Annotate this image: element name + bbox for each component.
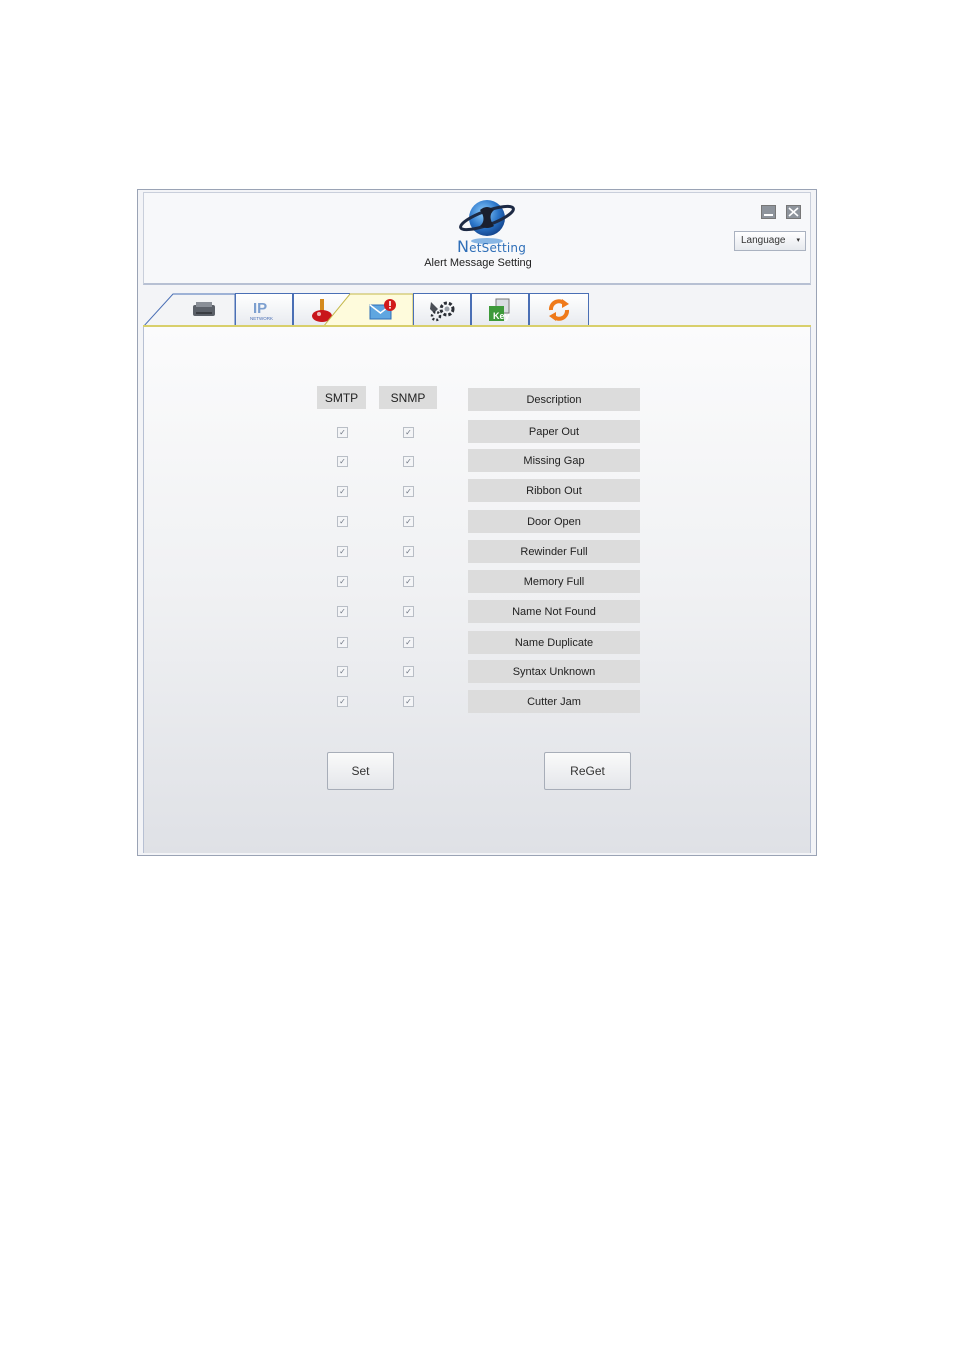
description-memory-full: Memory Full <box>468 570 640 593</box>
description-rewinder-full: Rewinder Full <box>468 540 640 563</box>
logo-text: NetSetting <box>457 237 527 256</box>
tab-printer[interactable] <box>173 293 235 325</box>
tab-settings[interactable] <box>413 293 471 325</box>
snmp-checkbox-memory-full[interactable]: ✓ <box>403 576 414 587</box>
smtp-checkbox-missing-gap[interactable]: ✓ <box>337 456 348 467</box>
snmp-checkbox-door-open[interactable]: ✓ <box>403 516 414 527</box>
alert-settings-panel: SMTP SNMP Description ✓ ✓ Paper Out ✓ ✓ … <box>143 327 811 853</box>
description-name-not-found: Name Not Found <box>468 600 640 623</box>
description-syntax-unknown: Syntax Unknown <box>468 660 640 683</box>
close-button[interactable] <box>786 205 801 219</box>
tab-key[interactable]: Key <box>471 293 529 325</box>
ip-network-icon: IP NETWORK <box>250 300 273 321</box>
smtp-header: SMTP <box>317 386 366 409</box>
svg-text:NETWORK: NETWORK <box>250 316 273 321</box>
alert-mail-icon <box>369 299 396 320</box>
smtp-checkbox-memory-full[interactable]: ✓ <box>337 576 348 587</box>
tab-refresh[interactable] <box>529 293 589 325</box>
reget-button[interactable]: ReGet <box>544 752 631 790</box>
refresh-icon <box>549 298 569 321</box>
tab-bar: IP NETWORK Key <box>143 291 811 327</box>
snmp-checkbox-cutter-jam[interactable]: ✓ <box>403 696 414 707</box>
smtp-checkbox-syntax-unknown[interactable]: ✓ <box>337 666 348 677</box>
snmp-checkbox-missing-gap[interactable]: ✓ <box>403 456 414 467</box>
snmp-checkbox-paper-out[interactable]: ✓ <box>403 427 414 438</box>
svg-text:IP: IP <box>253 300 267 317</box>
smtp-checkbox-door-open[interactable]: ✓ <box>337 516 348 527</box>
description-ribbon-out: Ribbon Out <box>468 479 640 502</box>
gears-icon <box>430 301 455 321</box>
snmp-checkbox-syntax-unknown[interactable]: ✓ <box>403 666 414 677</box>
printer-icon <box>193 302 215 316</box>
description-paper-out: Paper Out <box>468 420 640 443</box>
minimize-icon <box>764 214 773 216</box>
smtp-checkbox-name-not-found[interactable]: ✓ <box>337 606 348 617</box>
smtp-checkbox-name-duplicate[interactable]: ✓ <box>337 637 348 648</box>
snmp-checkbox-name-not-found[interactable]: ✓ <box>403 606 414 617</box>
key-icon-label: Key <box>493 311 510 321</box>
close-icon <box>788 207 799 217</box>
chevron-down-icon: ▾ <box>796 237 800 244</box>
set-button[interactable]: Set <box>327 752 394 790</box>
snmp-checkbox-name-duplicate[interactable]: ✓ <box>403 637 414 648</box>
key-icon: Key <box>489 298 510 321</box>
minimize-button[interactable] <box>761 205 776 219</box>
description-header: Description <box>468 388 640 411</box>
smtp-checkbox-cutter-jam[interactable]: ✓ <box>337 696 348 707</box>
snmp-header: SNMP <box>379 386 437 409</box>
snmp-checkbox-rewinder-full[interactable]: ✓ <box>403 546 414 557</box>
description-door-open: Door Open <box>468 510 640 533</box>
smtp-checkbox-paper-out[interactable]: ✓ <box>337 427 348 438</box>
language-label: Language <box>741 235 786 246</box>
description-missing-gap: Missing Gap <box>468 449 640 472</box>
page-subtitle: Alert Message Setting <box>424 257 532 269</box>
netsetting-window: NetSetting Alert Message Setting Languag… <box>137 189 817 856</box>
tab-alert[interactable] <box>350 293 413 327</box>
description-name-duplicate: Name Duplicate <box>468 631 640 654</box>
smtp-checkbox-rewinder-full[interactable]: ✓ <box>337 546 348 557</box>
tab-ip-network[interactable]: IP NETWORK <box>235 293 293 325</box>
smtp-checkbox-ribbon-out[interactable]: ✓ <box>337 486 348 497</box>
window-header: NetSetting Alert Message Setting Languag… <box>143 192 811 285</box>
language-select[interactable]: Language ▾ <box>734 231 806 251</box>
snmp-checkbox-ribbon-out[interactable]: ✓ <box>403 486 414 497</box>
description-cutter-jam: Cutter Jam <box>468 690 640 713</box>
